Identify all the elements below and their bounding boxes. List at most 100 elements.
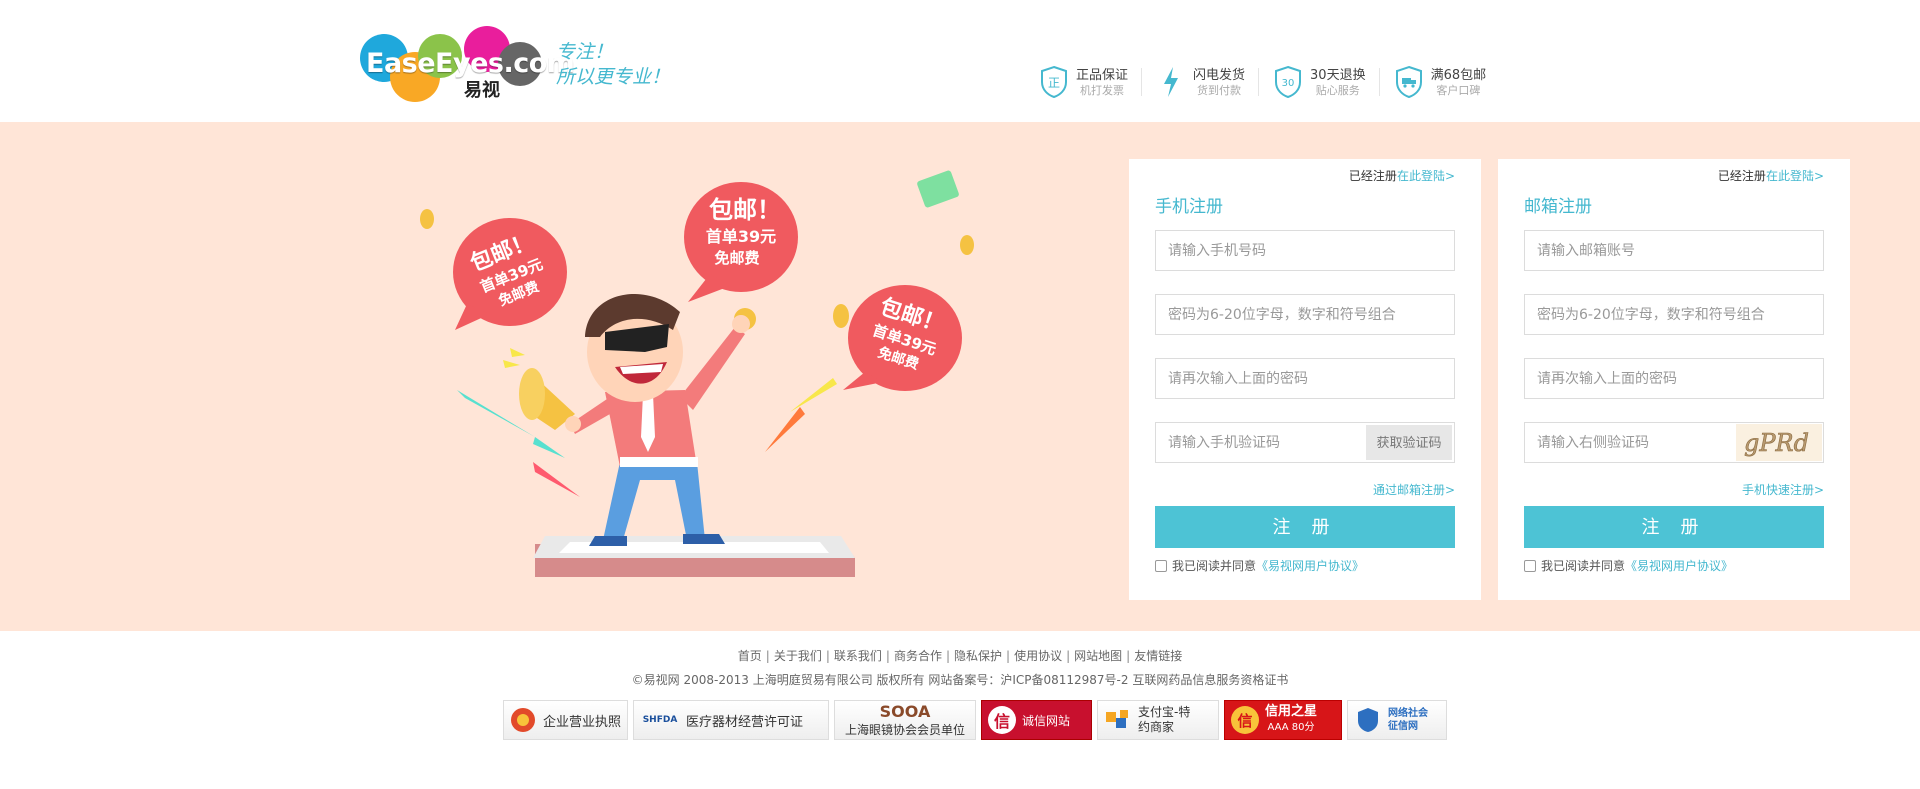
- guarantee-title: 满68包邮: [1430, 67, 1487, 83]
- footer-link-home[interactable]: 首页: [738, 649, 762, 663]
- slogan-line-2: 所以更专业！: [556, 66, 671, 88]
- confirm-password-field[interactable]: [1524, 358, 1824, 399]
- phone-register-panel: 已经注册在此登陆> 手机注册 获取验证码 通过邮箱注册> 注 册 我已阅读并同意…: [1129, 159, 1481, 600]
- lightning-icon: [1155, 64, 1187, 100]
- promo-bubble-line: 免邮费: [714, 249, 759, 267]
- badge-sooa[interactable]: SOOA 上海眼镜协会会员单位: [834, 700, 976, 740]
- badge-credit-site[interactable]: 信 诚信网站: [981, 700, 1092, 740]
- sooa-icon: SOOA: [879, 701, 931, 721]
- footer-link-about[interactable]: 关于我们: [774, 649, 822, 663]
- captcha-image[interactable]: gPRd: [1736, 424, 1822, 461]
- trust-badges: 企业营业执照 SHFDA 医疗器材经营许可证 SOOA 上海眼镜协会会员单位 信…: [503, 700, 1452, 740]
- phone-register-button[interactable]: 注 册: [1155, 506, 1455, 548]
- shfda-icon: SHFDA: [642, 715, 678, 725]
- footer-link-privacy[interactable]: 隐私保护: [954, 649, 1002, 663]
- guarantee-subtitle: 客户口碑: [1436, 83, 1481, 97]
- login-hint: 已经注册在此登陆>: [1349, 167, 1455, 184]
- guarantee-title: 正品保证: [1076, 67, 1129, 83]
- coin-icon: [833, 304, 849, 328]
- badge-alipay[interactable]: 支付宝-特约商家: [1097, 700, 1219, 740]
- captcha-input[interactable]: [1537, 423, 1737, 462]
- guarantee-subtitle: 机打发票: [1080, 83, 1124, 97]
- coin-icon: [420, 209, 434, 229]
- guarantee-fast-shipping: 闪电发货 货到付款: [1155, 64, 1260, 100]
- email-register-panel: 已经注册在此登陆> 邮箱注册 gPRd 手机快速注册> 注 册 我已阅读并同意 …: [1498, 159, 1850, 600]
- site-logo[interactable]: EaseEyes.com 易视 专注！ 所以更专业！: [360, 26, 675, 102]
- site-header: EaseEyes.com 易视 专注！ 所以更专业！ 正 正品保证 机打发票 闪…: [0, 0, 1920, 122]
- get-sms-code-button[interactable]: 获取验证码: [1366, 425, 1452, 460]
- confirm-password-input[interactable]: [1537, 359, 1811, 398]
- svg-text:30: 30: [1282, 78, 1295, 89]
- badge-label: 诚信网站: [1022, 713, 1071, 728]
- banknote-icon: [917, 170, 959, 208]
- agree-checkbox[interactable]: [1524, 559, 1536, 572]
- email-field[interactable]: [1524, 230, 1824, 271]
- guarantee-title: 30天退换: [1310, 67, 1366, 83]
- guarantee-30-day-return: 30 30天退换 贴心服务: [1272, 64, 1380, 100]
- email-register-button[interactable]: 注 册: [1524, 506, 1824, 548]
- business-license-icon: [510, 706, 537, 734]
- panel-title: 邮箱注册: [1524, 197, 1592, 217]
- sms-code-field[interactable]: 获取验证码: [1155, 422, 1455, 463]
- promo-bubble-right: 包邮！ 首单39元 免邮费: [843, 285, 962, 391]
- guarantee-free-shipping: 满68包邮 客户口碑: [1393, 64, 1501, 100]
- site-footer: 首页 | 关于我们 | 联系我们 | 商务合作 | 隐私保护 | 使用协议 | 网站地图 | 友情链接 ©易…: [0, 631, 1920, 789]
- footer-link-friends[interactable]: 友情链接: [1134, 649, 1182, 663]
- badge-medical-license[interactable]: SHFDA 医疗器材经营许可证: [633, 700, 829, 740]
- footer-link-terms[interactable]: 使用协议: [1014, 649, 1062, 663]
- promo-bubble-left: 包邮！ 首单39元 免邮费: [453, 218, 567, 330]
- promo-illustration: 包邮！ 首单39元 免邮费 包邮！ 首单39元 免邮费 包邮！ 首单39元 免邮…: [405, 162, 1005, 632]
- service-guarantees: 正 正品保证 机打发票 闪电发货 货到付款 30 30天退换 贴心服务 满68包…: [1038, 64, 1513, 100]
- svg-text:正: 正: [1048, 76, 1060, 90]
- captcha-field[interactable]: gPRd: [1524, 422, 1824, 463]
- footer-link-contact[interactable]: 联系我们: [834, 649, 882, 663]
- footer-link-sitemap[interactable]: 网站地图: [1074, 649, 1122, 663]
- promo-bubble-top: 包邮！ 首单39元 免邮费: [684, 182, 798, 302]
- slogan-line-1: 专注！: [556, 41, 614, 63]
- logo-wordmark: EaseEyes.com: [366, 48, 575, 79]
- copyright: ©易视网 2008-2013 上海明庭贸易有限公司 版权所有 网站备案号：沪IC…: [631, 673, 1289, 687]
- login-link[interactable]: 在此登陆>: [1766, 169, 1824, 183]
- panel-title: 手机注册: [1155, 197, 1223, 217]
- badge-sublabel: AAA 80分: [1267, 722, 1315, 733]
- badge-business-license[interactable]: 企业营业执照: [503, 700, 628, 740]
- email-input[interactable]: [1537, 231, 1811, 270]
- promo-bubble-line: 首单39元: [706, 227, 776, 246]
- badge-label: 医疗器材经营许可证: [686, 714, 804, 730]
- password-field[interactable]: [1155, 294, 1455, 335]
- footer-links: 首页 | 关于我们 | 联系我们 | 商务合作 | 隐私保护 | 使用协议 | 网站地图 | 友情链接: [737, 649, 1183, 663]
- password-input[interactable]: [1537, 295, 1811, 334]
- footer-link-business[interactable]: 商务合作: [894, 649, 942, 663]
- password-field[interactable]: [1524, 294, 1824, 335]
- guarantee-subtitle: 货到付款: [1197, 83, 1242, 97]
- badge-label: 网络社会征信网: [1388, 708, 1428, 732]
- badge-label: 信用之星: [1265, 704, 1318, 719]
- badge-label: 企业营业执照: [542, 714, 621, 730]
- register-by-phone-link[interactable]: 手机快速注册>: [1742, 481, 1824, 498]
- agreement-row: 我已阅读并同意 《易视网用户协议》: [1524, 557, 1733, 574]
- badge-credit-star[interactable]: 信 信用之星 AAA 80分: [1224, 700, 1342, 740]
- login-link[interactable]: 在此登陆>: [1397, 169, 1455, 183]
- credit-site-icon: 信: [988, 706, 1016, 734]
- user-agreement-link[interactable]: 《易视网用户协议》: [1625, 557, 1733, 574]
- register-by-email-link[interactable]: 通过邮箱注册>: [1373, 481, 1455, 498]
- agreement-row: 我已阅读并同意 《易视网用户协议》: [1155, 557, 1364, 574]
- agree-checkbox[interactable]: [1155, 559, 1167, 572]
- confirm-password-field[interactable]: [1155, 358, 1455, 399]
- password-input[interactable]: [1168, 295, 1442, 334]
- phone-number-field[interactable]: [1155, 230, 1455, 271]
- registration-banner: 包邮！ 首单39元 免邮费 包邮！ 首单39元 免邮费 包邮！ 首单39元 免邮…: [0, 122, 1920, 631]
- user-agreement-link[interactable]: 《易视网用户协议》: [1256, 557, 1364, 574]
- guarantee-authentic: 正 正品保证 机打发票: [1038, 64, 1143, 100]
- cheering-mascot: [519, 293, 750, 546]
- badge-label: 上海眼镜协会会员单位: [844, 722, 965, 737]
- phone-number-input[interactable]: [1168, 231, 1442, 270]
- sms-code-input[interactable]: [1168, 423, 1368, 462]
- guarantee-subtitle: 贴心服务: [1315, 83, 1360, 97]
- confirm-password-input[interactable]: [1168, 359, 1442, 398]
- svg-text:gPRd: gPRd: [1744, 429, 1809, 457]
- agree-text: 我已阅读并同意: [1172, 559, 1257, 573]
- credit-network-icon: [1354, 706, 1382, 734]
- slogan: 专注！ 所以更专业！: [556, 40, 670, 90]
- badge-credit-network[interactable]: 网络社会征信网: [1347, 700, 1447, 740]
